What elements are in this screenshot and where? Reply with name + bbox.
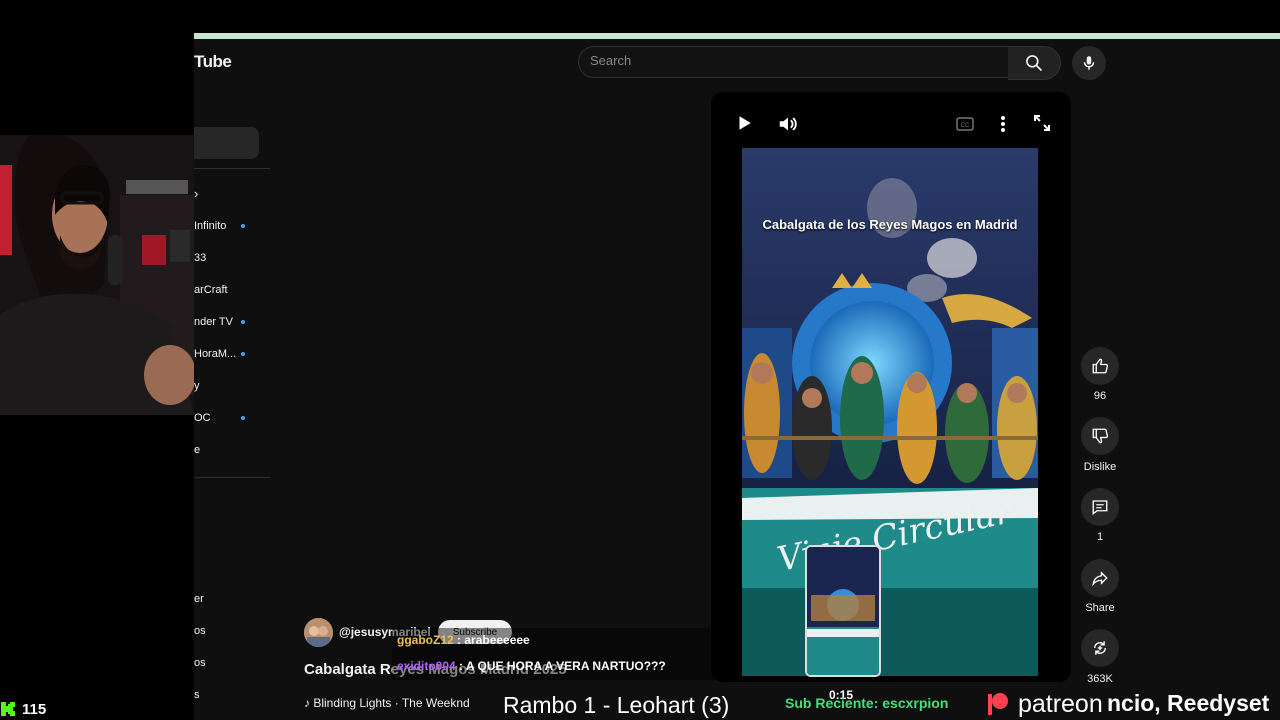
sidebar-item-subscription[interactable]: Infinito	[194, 220, 226, 232]
music-credit-text: Blinding Lights · The Weeknd	[313, 696, 470, 710]
chat-username: exidito004	[397, 659, 456, 673]
play-button[interactable]	[735, 114, 753, 137]
thumbs-up-icon	[1092, 358, 1109, 374]
channel-avatar[interactable]	[304, 618, 333, 647]
sidebar-divider	[194, 477, 270, 478]
search-input[interactable]	[578, 46, 1010, 78]
music-credit[interactable]: ♪ Blinding Lights · The Weeknd	[304, 696, 470, 710]
like-count: 96	[1093, 390, 1107, 402]
recent-sub-label: Sub Reciente: escxrpion	[785, 695, 949, 711]
youtube-logo[interactable]: Tube	[194, 52, 232, 72]
search-placeholder: Search	[590, 53, 632, 68]
chat-separator: :	[453, 633, 465, 647]
share-label: Share	[1085, 602, 1115, 614]
patreon-banner: patreon	[985, 690, 1103, 719]
svg-text:CC: CC	[961, 123, 970, 129]
remix-count: 363K	[1087, 673, 1113, 685]
video-overlay-title: Cabalgata de los Reyes Magos en Madrid	[762, 217, 1018, 232]
chat-message: ggaboZ12 : arabeeeeee	[397, 633, 530, 647]
sidebar-item[interactable]: os	[194, 657, 206, 669]
patreon-text: patreon	[1017, 690, 1103, 718]
play-icon	[739, 116, 751, 130]
sidebar-item-subscription[interactable]: OC	[194, 412, 211, 424]
live-dot	[241, 320, 245, 324]
top-black-strip	[194, 0, 1280, 33]
dislike-button[interactable]	[1081, 417, 1119, 455]
volume-icon	[779, 117, 797, 131]
streamer-webcam	[0, 135, 194, 415]
live-dot	[241, 416, 245, 420]
viewer-count: 115	[22, 700, 47, 718]
dislike-label: Dislike	[1083, 461, 1117, 473]
sidebar-item-subscription[interactable]: 33	[194, 252, 206, 264]
like-button[interactable]	[1081, 347, 1119, 385]
sidebar-item[interactable]: os	[194, 625, 206, 637]
sidebar-item-subscription[interactable]: y	[194, 380, 200, 392]
volume-button[interactable]	[777, 113, 799, 140]
now-playing-song: Rambo 1 - Leohart (3)	[503, 692, 730, 718]
more-options-button[interactable]	[997, 114, 1009, 139]
sidebar-item-subscription[interactable]: nder TV	[194, 316, 233, 328]
live-dot	[241, 352, 245, 356]
chat-username: ggaboZ12	[397, 633, 454, 647]
captions-icon: CC	[956, 117, 974, 131]
expand-icon	[1034, 115, 1050, 131]
search-button[interactable]	[1008, 46, 1061, 80]
sidebar-active-item[interactable]	[194, 127, 259, 159]
more-vert-icon	[1001, 116, 1005, 132]
chat-text: A QUE HORA A VERA NARTUO???	[465, 659, 666, 673]
sidebar-item[interactable]: s	[194, 689, 200, 701]
chat-message: exidito004 : A QUE HORA A VERA NARTUO???	[397, 659, 666, 673]
thumbs-down-icon	[1092, 428, 1109, 444]
kick-logo-icon	[1, 702, 15, 716]
seek-preview-thumbnail	[805, 545, 881, 677]
comments-button[interactable]	[1081, 488, 1119, 526]
music-note-icon: ♪	[304, 696, 314, 710]
fullscreen-button[interactable]	[1033, 114, 1051, 137]
chat-separator: :	[455, 659, 466, 673]
remix-button[interactable]	[1081, 629, 1119, 667]
sidebar-item[interactable]: er	[194, 593, 204, 605]
share-button[interactable]	[1081, 559, 1119, 597]
sidebar-divider	[194, 168, 270, 169]
comment-count: 1	[1096, 531, 1104, 543]
voice-search-button[interactable]	[1072, 46, 1106, 80]
search-icon	[1026, 55, 1043, 72]
live-dot	[241, 224, 245, 228]
page-load-bar	[194, 33, 1280, 39]
sidebar-item-subscription[interactable]: e	[194, 444, 200, 456]
chat-text: arabeeeeee	[464, 633, 530, 647]
share-icon	[1092, 571, 1108, 587]
kick-viewer-count: 115	[0, 698, 46, 720]
captions-button[interactable]: CC	[956, 116, 974, 137]
chevron-right-icon[interactable]: ›	[194, 186, 198, 201]
patreon-logo-icon	[988, 693, 1008, 715]
microphone-icon	[1083, 56, 1095, 70]
sidebar-item-subscription[interactable]: HoraM...	[194, 348, 236, 360]
scrolling-ticker: ncio, Reedyset	[1107, 690, 1270, 716]
sidebar-item-subscription[interactable]: arCraft	[194, 284, 228, 296]
remix-icon	[1094, 641, 1106, 655]
comment-icon	[1092, 500, 1108, 516]
